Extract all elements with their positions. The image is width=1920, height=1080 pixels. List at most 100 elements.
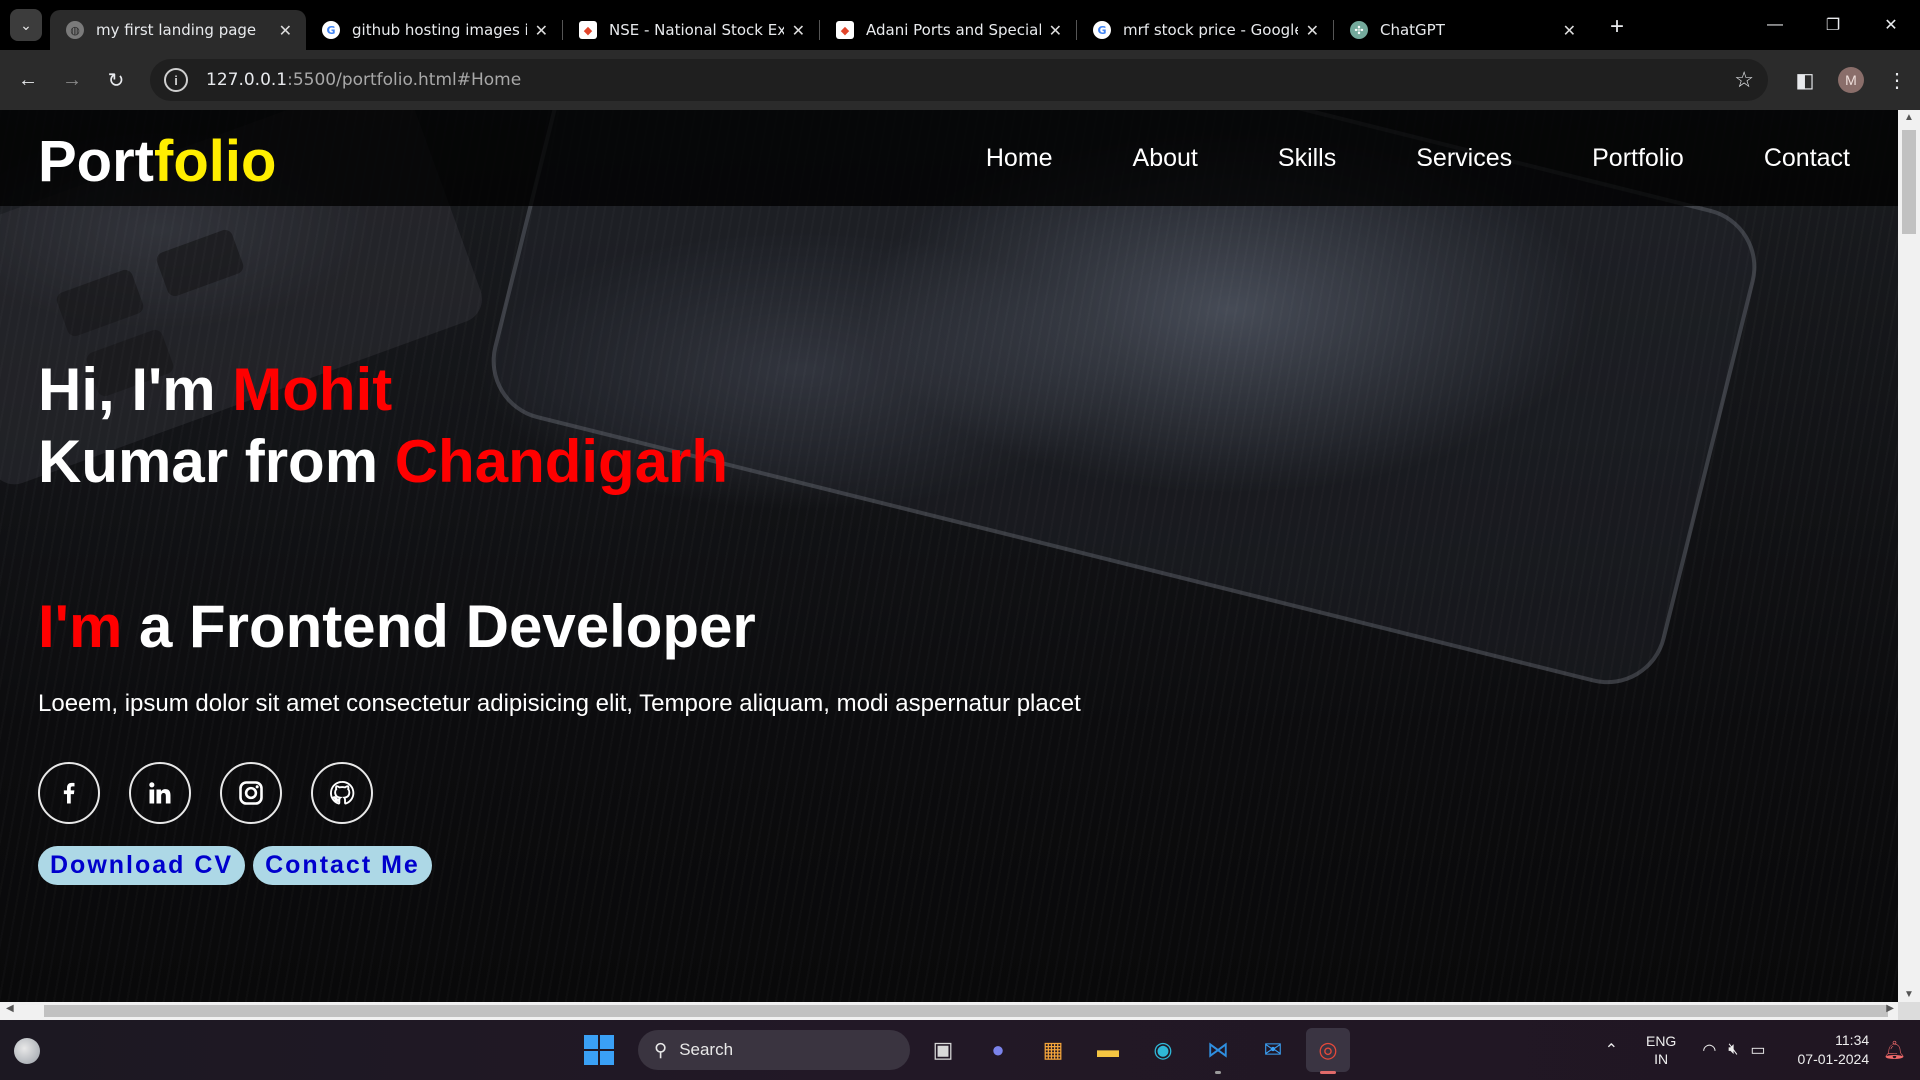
chatgpt-icon: ✣ bbox=[1350, 21, 1368, 39]
tab-title: my first landing page bbox=[96, 21, 257, 39]
scroll-up-arrow-icon[interactable]: ▲ bbox=[1898, 112, 1920, 123]
vertical-scroll-thumb[interactable] bbox=[1902, 130, 1916, 234]
side-panel-icon[interactable]: ◧ bbox=[1782, 68, 1828, 93]
tab-title: github hosting images in jp bbox=[352, 21, 527, 39]
teams-chat-icon[interactable]: ● bbox=[976, 1028, 1020, 1072]
task-view-icon[interactable]: ▣ bbox=[921, 1028, 965, 1072]
role-text: a Frontend Developer bbox=[122, 593, 756, 660]
restore-icon[interactable]: ❐ bbox=[1804, 15, 1862, 35]
close-icon[interactable]: ✕ bbox=[1049, 21, 1062, 40]
hero-description: Loeem, ipsum dolor sit amet consectetur … bbox=[38, 690, 1081, 717]
github-icon bbox=[330, 780, 355, 805]
close-window-icon[interactable]: ✕ bbox=[1862, 15, 1920, 35]
google-icon: G bbox=[322, 21, 340, 39]
tab-title: Adani Ports and Special Ec bbox=[866, 21, 1041, 39]
intro-name: Mohit bbox=[232, 356, 393, 423]
close-icon[interactable]: ✕ bbox=[1306, 21, 1319, 40]
role-accent: I'm bbox=[38, 593, 123, 660]
chevron-down-icon: ⌄ bbox=[20, 16, 32, 33]
file-explorer-icon[interactable]: ▬ bbox=[1086, 1028, 1130, 1072]
forward-icon[interactable]: → bbox=[50, 69, 94, 92]
scroll-right-arrow-icon[interactable]: ▶ bbox=[1886, 1003, 1894, 1014]
url-host: 127.0.0.1 bbox=[206, 70, 288, 90]
close-icon[interactable]: ✕ bbox=[279, 21, 292, 40]
clock-date: 07-01-2024 bbox=[1797, 1051, 1870, 1067]
bookmark-star-icon[interactable]: ☆ bbox=[1734, 67, 1754, 93]
tab-title: NSE - National Stock Excha bbox=[609, 21, 784, 39]
menu-kebab-icon[interactable]: ⋮ bbox=[1874, 68, 1920, 93]
site-info-icon[interactable]: i bbox=[164, 68, 188, 92]
address-bar[interactable]: i 127.0.0.1:5500/portfolio.html#Home ☆ bbox=[150, 59, 1768, 101]
linkedin-link[interactable] bbox=[129, 762, 191, 824]
search-icon: ⚲ bbox=[654, 1039, 668, 1060]
tab-title: mrf stock price - Google Sc bbox=[1123, 21, 1298, 39]
hero-buttons: Download CV Contact Me bbox=[38, 846, 440, 885]
intro-prefix: Hi, I'm bbox=[38, 356, 233, 423]
nav-about[interactable]: About bbox=[1133, 144, 1198, 173]
site-logo[interactable]: Portfolio bbox=[38, 128, 276, 195]
nav-portfolio[interactable]: Portfolio bbox=[1592, 144, 1684, 173]
show-hidden-icons-chevron-icon[interactable]: ⌃ bbox=[1605, 1040, 1618, 1060]
github-link[interactable] bbox=[311, 762, 373, 824]
url-path: :5500/portfolio.html#Home bbox=[287, 70, 522, 90]
battery-icon[interactable]: ▭ bbox=[1750, 1040, 1765, 1060]
facebook-link[interactable] bbox=[38, 762, 100, 824]
social-links bbox=[38, 762, 402, 824]
download-cv-button[interactable]: Download CV bbox=[38, 846, 246, 885]
close-icon[interactable]: ✕ bbox=[792, 21, 805, 40]
profile-avatar[interactable]: M bbox=[1838, 67, 1864, 93]
hero-heading: Hi, I'm Mohit Kumar from Chandigarh bbox=[38, 354, 728, 498]
intro-line2: Kumar from bbox=[38, 428, 395, 495]
weather-widget-icon[interactable] bbox=[14, 1038, 40, 1064]
nav-services[interactable]: Services bbox=[1416, 144, 1512, 173]
windows-start-icon[interactable] bbox=[584, 1035, 614, 1065]
mail-icon[interactable]: ✉ bbox=[1251, 1028, 1295, 1072]
tab-mrf-stock[interactable]: G mrf stock price - Google Sc ✕ bbox=[1077, 10, 1333, 50]
globe-icon: ◍ bbox=[66, 21, 84, 39]
instagram-link[interactable] bbox=[220, 762, 282, 824]
new-tab-button[interactable]: + bbox=[1610, 13, 1624, 41]
tab-adani-ports[interactable]: ◆ Adani Ports and Special Ec ✕ bbox=[820, 10, 1076, 50]
url-text[interactable]: 127.0.0.1:5500/portfolio.html#Home bbox=[206, 70, 521, 90]
browser-toolbar: ← → ↻ i 127.0.0.1:5500/portfolio.html#Ho… bbox=[0, 50, 1920, 110]
close-icon[interactable]: ✕ bbox=[535, 21, 548, 40]
horizontal-scroll-thumb[interactable] bbox=[44, 1005, 1888, 1017]
contact-me-button[interactable]: Contact Me bbox=[253, 846, 432, 885]
language-indicator[interactable]: ENG IN bbox=[1646, 1032, 1676, 1068]
tab-strip: ⌄ ◍ my first landing page ✕ G github hos… bbox=[0, 0, 1920, 50]
vertical-scrollbar[interactable]: ▲ ▼ bbox=[1898, 110, 1920, 1002]
tab-chatgpt[interactable]: ✣ ChatGPT ✕ bbox=[1334, 10, 1590, 50]
google-icon: G bbox=[1093, 21, 1111, 39]
scroll-down-arrow-icon[interactable]: ▼ bbox=[1898, 989, 1920, 1000]
microsoft-store-icon[interactable]: ▦ bbox=[1031, 1028, 1075, 1072]
lang-code: ENG bbox=[1645, 1033, 1677, 1049]
vscode-icon[interactable]: ⋈ bbox=[1196, 1028, 1240, 1074]
edge-browser-icon[interactable]: ◉ bbox=[1141, 1028, 1185, 1072]
tab-search-button[interactable]: ⌄ bbox=[10, 9, 42, 41]
system-tray: ⌃ ENG IN ◠ 🔇︎ ▭ 11:34 07-01-2024 🔔︎ bbox=[1605, 1020, 1920, 1080]
system-clock[interactable]: 11:34 07-01-2024 bbox=[1798, 1031, 1870, 1069]
back-icon[interactable]: ← bbox=[6, 69, 50, 92]
scroll-left-arrow-icon[interactable]: ◀ bbox=[6, 1003, 14, 1014]
wifi-icon[interactable]: ◠ bbox=[1702, 1040, 1716, 1060]
linkedin-icon bbox=[149, 782, 171, 804]
taskbar-search-box[interactable]: ⚲ Search bbox=[638, 1030, 910, 1070]
horizontal-scrollbar[interactable]: ◀ ▶ bbox=[0, 1002, 1898, 1020]
volume-muted-icon[interactable]: 🔇︎ bbox=[1728, 1041, 1738, 1059]
nse-icon: ◆ bbox=[579, 21, 597, 39]
tab-github-hosting[interactable]: G github hosting images in jp ✕ bbox=[306, 10, 562, 50]
page-viewport: Portfolio Home About Skills Services Por… bbox=[0, 110, 1898, 1002]
reload-icon[interactable]: ↻ bbox=[94, 68, 138, 93]
notification-bell-icon[interactable]: 🔔︎ bbox=[1883, 1040, 1906, 1061]
close-icon[interactable]: ✕ bbox=[1563, 21, 1576, 40]
tab-nse[interactable]: ◆ NSE - National Stock Excha ✕ bbox=[563, 10, 819, 50]
nav-skills[interactable]: Skills bbox=[1278, 144, 1336, 173]
nav-contact[interactable]: Contact bbox=[1764, 144, 1850, 173]
nav-home[interactable]: Home bbox=[986, 144, 1053, 173]
nse-icon: ◆ bbox=[836, 21, 854, 39]
tab-my-first-landing-page[interactable]: ◍ my first landing page ✕ bbox=[50, 10, 306, 50]
window-controls: — ❐ ✕ bbox=[1746, 0, 1920, 50]
taskbar-search-label: Search bbox=[679, 1040, 734, 1059]
chrome-icon[interactable]: ◎ bbox=[1306, 1028, 1350, 1074]
minimize-icon[interactable]: — bbox=[1746, 16, 1804, 34]
